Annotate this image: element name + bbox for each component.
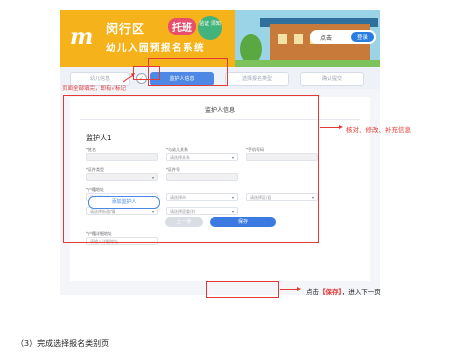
step-enroll-type[interactable]: 选择报名类型 <box>225 72 289 86</box>
system-subtitle: 幼儿入园预报名系统 <box>106 43 206 54</box>
login-label: 点击 <box>320 35 333 42</box>
active-step-highlight <box>148 58 228 86</box>
notice-bubble[interactable]: 验证 须知 <box>198 16 222 40</box>
arrow-icon <box>320 125 343 129</box>
login-button[interactable]: 登录 <box>350 32 374 42</box>
page-caption: （3）完成选择报名类别页 <box>16 339 110 348</box>
save-note: 点击【保存】，进入下一页 <box>306 286 381 296</box>
window-illustration <box>294 34 303 44</box>
system-logo: m <box>70 24 94 50</box>
save-note-prefix: 点击 <box>306 288 319 296</box>
save-note-key: 【保存】 <box>319 288 342 296</box>
step-confirm[interactable]: 确认提交 <box>300 72 364 86</box>
district-title: 闵行区 <box>106 22 146 36</box>
nursery-tag: 托班 <box>168 18 196 35</box>
step-note: 页面全部填完，即有√标记 <box>62 86 127 92</box>
arrow-icon <box>280 287 301 291</box>
login-area: 点击 登录 <box>310 30 376 44</box>
save-note-suffix: ，进入下一页 <box>341 288 381 296</box>
form-highlight <box>63 95 319 243</box>
verify-note: 核对、修改、补充信息 <box>346 126 411 134</box>
save-highlight <box>206 281 279 298</box>
grass-illustration <box>235 60 380 67</box>
window-illustration <box>278 34 287 44</box>
